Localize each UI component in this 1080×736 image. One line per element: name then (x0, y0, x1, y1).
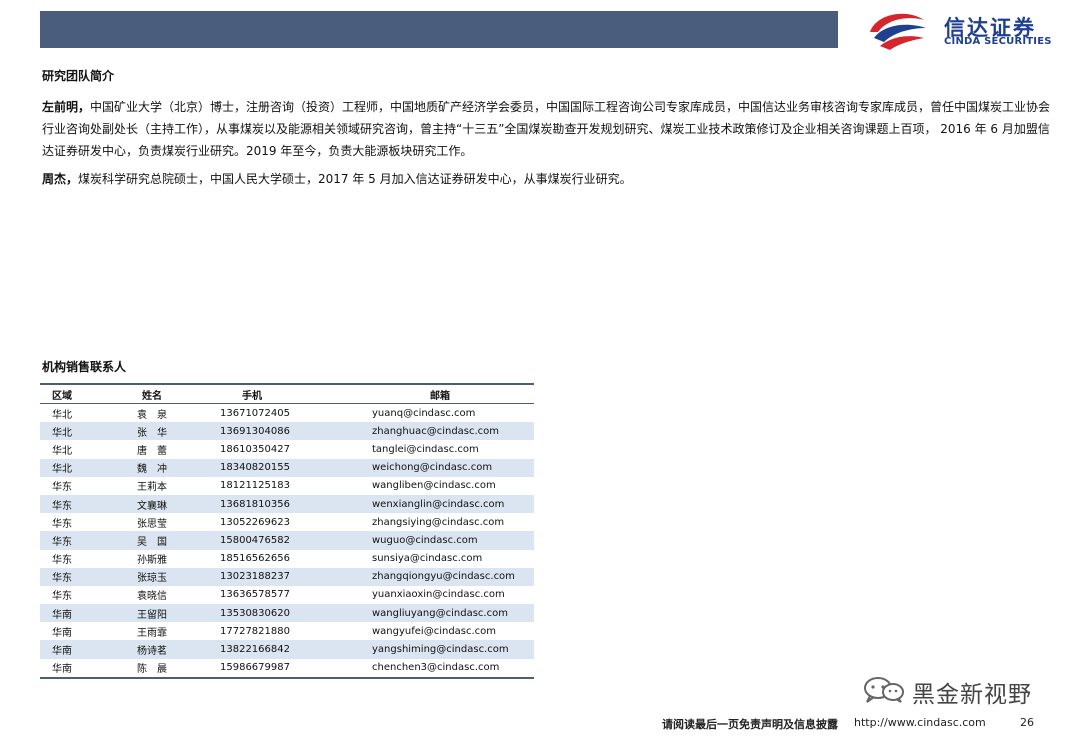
cell-email[interactable]: wuguo@cindasc.com (372, 531, 534, 549)
cell-region: 华东 (52, 536, 72, 548)
cell-email[interactable]: weichong@cindasc.com (372, 459, 534, 477)
cell-phone: 13691304086 (220, 425, 290, 437)
team-member-bio: 周杰，煤炭科学研究总院硕士，中国人民大学硕士，2017 年 5 月加入信达证券研… (42, 168, 1052, 190)
table-row: 华东 王莉本 18121125183 wangliben@cindasc.com (40, 476, 534, 495)
cell-phone: 13636578577 (220, 589, 290, 601)
cell-name: 袁晓信 (137, 591, 167, 603)
cell-region: 华东 (52, 573, 72, 585)
cell-phone: 18516562656 (220, 553, 290, 565)
team-member-bio: 左前明，中国矿业大学（北京）博士，注册咨询（投资）工程师，中国地质矿产经济学会委… (42, 96, 1052, 162)
cell-name: 唐 蕾 (137, 445, 167, 457)
table-row: 华北 唐 蕾 18610350427 tanglei@cindasc.com (40, 440, 534, 459)
cell-phone: 18610350427 (220, 443, 290, 455)
cell-phone: 13681810356 (220, 498, 290, 510)
cell-phone: 13530830620 (220, 607, 290, 619)
sales-section-title: 机构销售联系人 (42, 360, 127, 374)
wechat-icon (864, 677, 904, 703)
cell-email[interactable]: yuanq@cindasc.com (372, 404, 534, 423)
cell-region: 华北 (52, 445, 72, 457)
sales-contacts-table: 区域 姓名 手机 邮箱 华北 袁 泉 13671072405 yuanq@cindas… (40, 383, 534, 679)
table-row: 华北 魏 冲 18340820155 weichong@cindasc.com (40, 458, 534, 477)
cell-region: 华东 (52, 518, 72, 530)
cell-phone: 15800476582 (220, 534, 290, 546)
cell-name: 王雨霏 (137, 627, 167, 639)
table-row: 华东 孙斯雅 18516562656 sunsiya@cindasc.com (40, 549, 534, 568)
column-header-email: 邮箱 (430, 390, 450, 402)
table-row: 华东 张琼玉 13023188237 zhangqiongyu@cindasc.com (40, 567, 534, 586)
cell-phone: 18340820155 (220, 462, 290, 474)
cell-email[interactable]: wenxianglin@cindasc.com (372, 495, 534, 513)
column-header-phone: 手机 (242, 390, 262, 402)
cell-email[interactable]: yangshiming@cindasc.com (372, 640, 534, 658)
logo-english-name: CINDA SECURITIES (944, 36, 1052, 47)
cell-email[interactable]: wangyufei@cindasc.com (372, 622, 534, 640)
column-header-name: 姓名 (142, 390, 162, 402)
cell-email[interactable]: tanglei@cindasc.com (372, 440, 534, 458)
table-row: 华东 袁晓信 13636578577 yuanxiaoxin@cindasc.com (40, 585, 534, 605)
page-number: 26 (1020, 716, 1034, 729)
cell-region: 华南 (52, 664, 72, 676)
table-row: 华南 王留阳 13530830620 wangliuyang@cindasc.com (40, 604, 534, 623)
cell-phone: 13023188237 (220, 571, 290, 583)
cell-email[interactable]: zhanghuac@cindasc.com (372, 422, 534, 440)
team-member-description: 中国矿业大学（北京）博士，注册咨询（投资）工程师，中国地质矿产经济学会委员，中国… (42, 100, 1051, 158)
cell-phone: 13822166842 (220, 644, 290, 656)
cell-name: 孙斯雅 (137, 555, 167, 567)
cell-email[interactable]: sunsiya@cindasc.com (372, 550, 534, 568)
cell-region: 华北 (52, 464, 72, 476)
table-row: 华北 张 华 13691304086 zhanghuac@cindasc.com (40, 422, 534, 441)
cell-name: 魏 冲 (137, 464, 167, 476)
cell-region: 华南 (52, 609, 72, 621)
cell-name: 王莉本 (137, 482, 167, 494)
cell-region: 华东 (52, 500, 72, 512)
team-member-name: 左前明， (42, 100, 91, 114)
wechat-account-name: 黑金新视野 (912, 682, 1032, 708)
cell-phone: 15986679987 (220, 662, 290, 674)
table-row: 华南 杨诗茗 13822166842 yangshiming@cindasc.com (40, 640, 534, 659)
cinda-swirl-logo-icon (870, 13, 926, 50)
cell-region: 华南 (52, 646, 72, 658)
cell-region: 华北 (52, 427, 72, 439)
table-row: 华南 陈 晨 15986679987 chenchen3@cindasc.com (40, 658, 534, 678)
footer-disclaimer: 请阅读最后一页免责声明及信息披露 (662, 718, 838, 731)
cell-name: 杨诗茗 (137, 646, 167, 658)
table-row: 华东 文襄琳 13681810356 wenxianglin@cindasc.com (40, 494, 534, 514)
cell-name: 张琼玉 (137, 573, 167, 585)
cell-region: 华东 (52, 482, 72, 494)
cell-email[interactable]: yuanxiaoxin@cindasc.com (372, 586, 534, 604)
column-header-region: 区域 (52, 390, 72, 402)
header-bar (40, 11, 838, 48)
cell-email[interactable]: zhangsiying@cindasc.com (372, 513, 534, 531)
table-row: 华东 吴 国 15800476582 wuguo@cindasc.com (40, 531, 534, 550)
cell-name: 袁 泉 (137, 409, 167, 421)
cell-name: 张思莹 (137, 518, 167, 530)
cell-region: 华东 (52, 591, 72, 603)
cell-name: 陈 晨 (137, 664, 167, 676)
cinda-logo: 信达证券 CINDA SECURITIES (866, 10, 1056, 50)
cell-region: 华南 (52, 627, 72, 639)
cell-region: 华北 (52, 409, 72, 421)
cell-region: 华东 (52, 555, 72, 567)
table-header-row: 区域 姓名 手机 邮箱 (40, 384, 534, 404)
team-member-description: 煤炭科学研究总院硕士，中国人民大学硕士，2017 年 5 月加入信达证券研发中心… (78, 172, 632, 186)
table-row: 华南 王雨霏 17727821880 wangyufei@cindasc.com (40, 622, 534, 641)
cell-phone: 17727821880 (220, 625, 290, 637)
team-section-title: 研究团队简介 (42, 69, 115, 83)
table-row: 华北 袁 泉 13671072405 yuanq@cindasc.com (40, 403, 534, 423)
cell-email[interactable]: wangliuyang@cindasc.com (372, 604, 534, 622)
cell-email[interactable]: wangliben@cindasc.com (372, 477, 534, 495)
cell-name: 吴 国 (137, 536, 167, 548)
cell-phone: 13671072405 (220, 407, 290, 419)
cell-phone: 18121125183 (220, 480, 290, 492)
cell-email[interactable]: zhangqiongyu@cindasc.com (372, 568, 534, 586)
footer-url-link[interactable]: http://www.cindasc.com (854, 716, 986, 729)
cell-phone: 13052269623 (220, 516, 290, 528)
cell-name: 张 华 (137, 427, 167, 439)
cell-name: 文襄琳 (137, 500, 167, 512)
cell-name: 王留阳 (137, 609, 167, 621)
team-member-name: 周杰， (42, 172, 79, 186)
cell-email[interactable]: chenchen3@cindasc.com (372, 659, 534, 678)
table-row: 华东 张思莹 13052269623 zhangsiying@cindasc.com (40, 513, 534, 532)
